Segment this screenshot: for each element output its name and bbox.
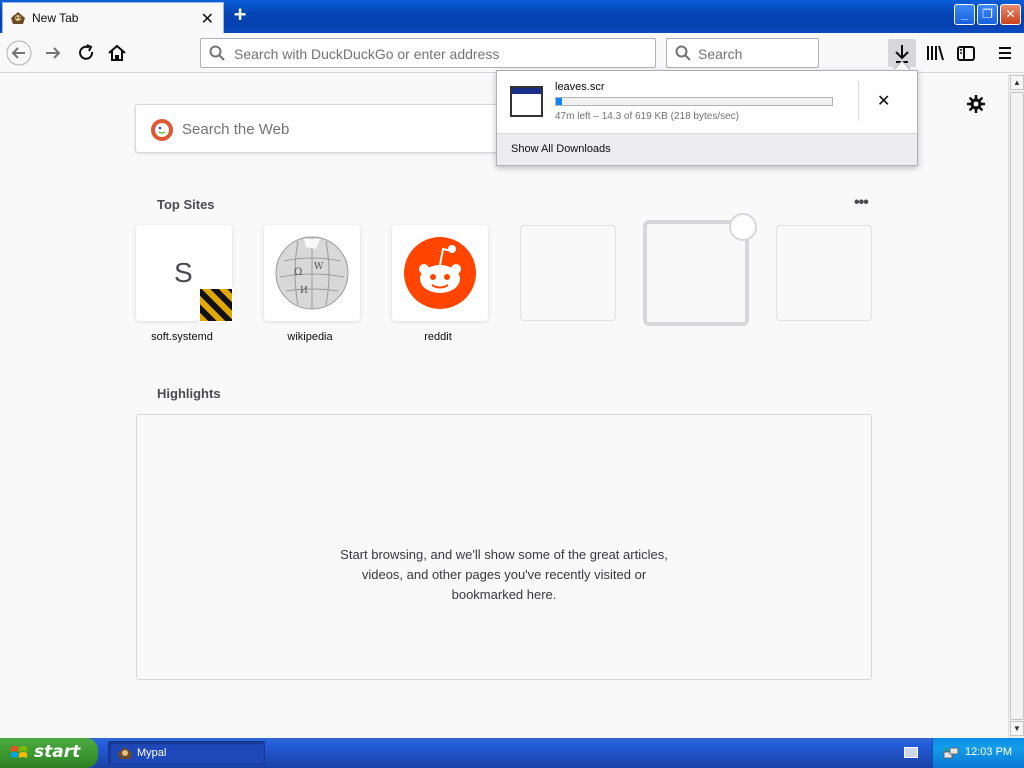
- new-tab-page: Search the Web Top Sites ••• S soft.syst…: [0, 74, 1008, 738]
- web-search-placeholder: Search the Web: [182, 121, 290, 138]
- windows-flag-icon: [11, 746, 27, 758]
- tile-label: wikipedia: [287, 331, 333, 343]
- start-label: start: [34, 742, 81, 762]
- taskbar-item-mypal[interactable]: Mypal: [108, 741, 265, 765]
- top-site-tile[interactable]: [392, 225, 488, 321]
- sidebar-icon[interactable]: [953, 40, 979, 66]
- close-tab-icon[interactable]: ✕: [201, 9, 214, 29]
- highlights-title: Highlights: [157, 386, 221, 401]
- search-placeholder: Search: [698, 46, 743, 62]
- site-favicon: [198, 287, 234, 323]
- menu-icon[interactable]: [992, 40, 1018, 66]
- wikipedia-icon: Ω W И: [275, 236, 349, 310]
- tile-letter: S: [174, 257, 193, 288]
- system-tray: 12:03 PM: [932, 738, 1024, 768]
- tab-new-tab[interactable]: New Tab ✕: [2, 2, 224, 33]
- tile-label: soft.systemd: [151, 331, 213, 343]
- search-icon: [209, 45, 225, 61]
- message-line: Start browsing, and we'll show some of t…: [340, 547, 668, 562]
- drag-handle[interactable]: [729, 213, 757, 241]
- clock: 12:03 PM: [965, 746, 1013, 758]
- address-placeholder: Search with DuckDuckGo or enter address: [234, 46, 500, 62]
- progress-fill: [556, 98, 562, 105]
- search-bar[interactable]: Search: [666, 38, 819, 68]
- empty-tile: [520, 225, 616, 321]
- message-line: videos, and other pages you've recently …: [361, 567, 647, 582]
- highlights-empty-message: Start browsing, and we'll show some of t…: [137, 545, 871, 605]
- top-sites-title: Top Sites: [157, 197, 215, 212]
- mypal-icon: [118, 747, 132, 759]
- search-icon: [675, 45, 691, 61]
- download-item[interactable]: leaves.scr 47m left – 14.3 of 619 KB (21…: [497, 71, 917, 133]
- back-icon[interactable]: [6, 40, 32, 66]
- tile-label: reddit: [424, 331, 452, 343]
- taskbar: start Mypal 12:03 PM: [0, 738, 1024, 768]
- mypal-icon: [11, 12, 25, 24]
- svg-text:W: W: [314, 262, 324, 272]
- message-line: bookmarked here.: [451, 587, 557, 602]
- keyboard-icon[interactable]: [904, 747, 918, 758]
- web-search-box[interactable]: Search the Web: [135, 104, 505, 153]
- scroll-thumb[interactable]: [1010, 92, 1024, 720]
- download-filename: leaves.scr: [555, 81, 605, 93]
- home-icon[interactable]: [104, 40, 130, 66]
- duckduckgo-icon: [151, 119, 173, 141]
- downloads-panel: leaves.scr 47m left – 14.3 of 619 KB (21…: [496, 70, 918, 166]
- navigation-toolbar: Search with DuckDuckGo or enter address …: [0, 33, 1024, 73]
- download-progress-bar: [555, 97, 833, 106]
- library-icon[interactable]: [922, 40, 948, 66]
- scroll-up-icon[interactable]: ▲: [1010, 75, 1024, 90]
- taskbar-item-label: Mypal: [137, 747, 167, 759]
- more-options-icon[interactable]: •••: [854, 194, 869, 212]
- minimize-button[interactable]: _: [954, 4, 975, 25]
- highlights-panel: Start browsing, and we'll show some of t…: [136, 414, 872, 680]
- top-site-tile[interactable]: Ω W И: [264, 225, 360, 321]
- top-site-tile[interactable]: S: [136, 225, 234, 323]
- scroll-down-icon[interactable]: ▼: [1010, 721, 1024, 736]
- start-button[interactable]: start: [0, 738, 98, 768]
- divider: [858, 81, 859, 121]
- forward-icon[interactable]: [40, 40, 66, 66]
- reddit-icon: [404, 237, 476, 309]
- gear-icon[interactable]: [966, 94, 986, 114]
- svg-text:Ω: Ω: [294, 267, 302, 278]
- show-all-downloads-button[interactable]: Show All Downloads: [497, 133, 917, 165]
- address-bar[interactable]: Search with DuckDuckGo or enter address: [200, 38, 656, 68]
- window-file-icon: [510, 86, 543, 117]
- close-window-button[interactable]: ✕: [1000, 4, 1021, 25]
- new-tab-button[interactable]: +: [229, 4, 251, 28]
- network-icon[interactable]: [943, 746, 959, 760]
- title-bar: New Tab ✕ + _ ❐ ✕: [0, 0, 1024, 33]
- restore-button[interactable]: ❐: [977, 4, 998, 25]
- reload-icon[interactable]: [73, 40, 99, 66]
- vertical-scrollbar[interactable]: ▲ ▼: [1008, 74, 1024, 738]
- show-all-downloads-label: Show All Downloads: [511, 143, 611, 155]
- svg-text:И: И: [300, 286, 308, 296]
- tab-title: New Tab: [32, 11, 79, 25]
- empty-tile: [776, 225, 872, 321]
- download-status: 47m left – 14.3 of 619 KB (218 bytes/sec…: [555, 111, 739, 122]
- cancel-download-icon[interactable]: ✕: [877, 91, 890, 111]
